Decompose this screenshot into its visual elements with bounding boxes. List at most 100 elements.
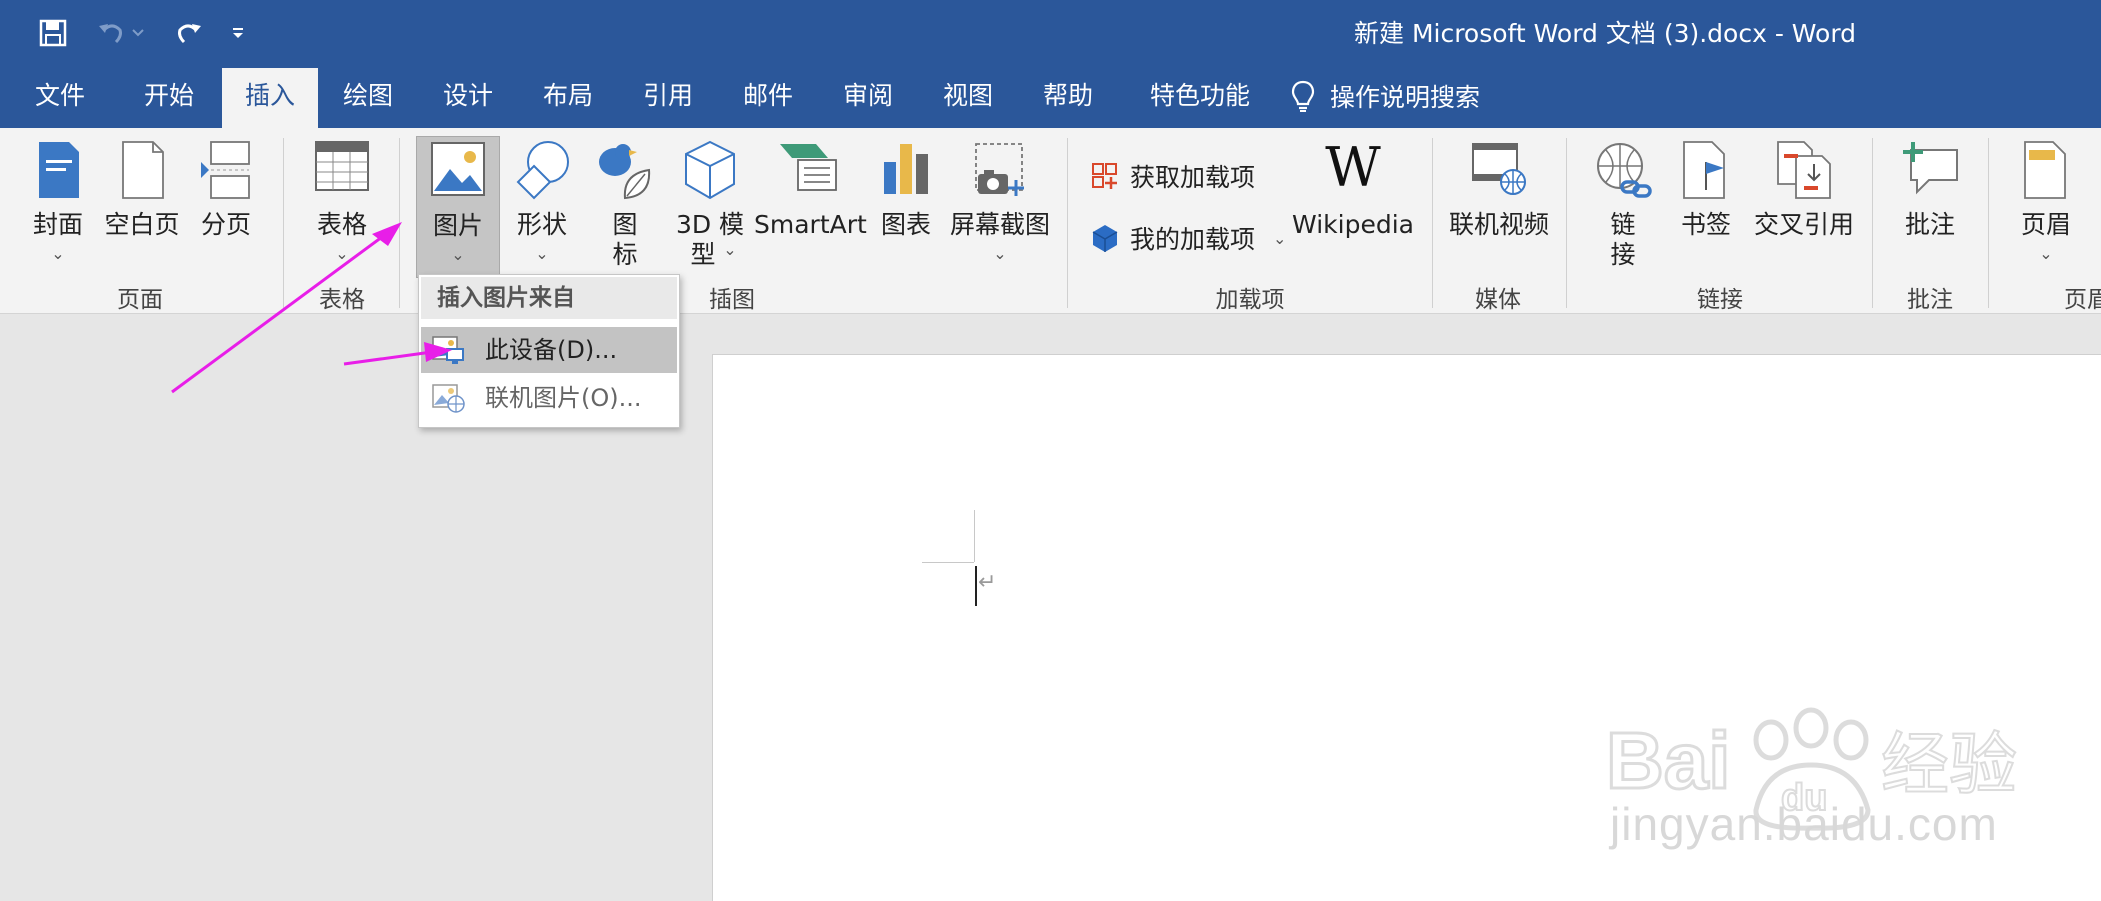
screenshot-button[interactable]: 屏幕截图 ⌄ [948,136,1052,276]
online-picture-icon [432,384,465,413]
table-icon [315,141,369,191]
cover-page-label: 封面 [32,210,83,239]
smartart-button[interactable]: SmartArt [754,136,867,276]
tab-insert[interactable]: 插入 [222,68,318,128]
group-label-media: 媒体 [1475,287,1521,313]
tab-design[interactable]: 设计 [428,64,508,128]
my-addins-button[interactable]: 我的加载项 ⌄ [1090,220,1286,256]
page-break-icon [201,141,250,199]
group-label-header-footer: 页眉 [2064,287,2101,313]
wikipedia-icon: W [1325,136,1381,199]
online-video-label: 联机视频 [1448,210,1549,239]
menu-item-online-pictures[interactable]: 联机图片(O)... [421,375,677,421]
cross-reference-button[interactable]: 交叉引用 [1752,136,1856,276]
tab-file[interactable]: 文件 [20,64,100,128]
tab-help[interactable]: 帮助 [1028,64,1108,128]
svg-text:Bai: Bai [1606,716,1731,805]
menu-item-this-device[interactable]: 此设备(D)... [421,327,677,373]
3d-model-icon [685,140,735,200]
smartart-icon [780,144,837,191]
3d-models-button[interactable]: 3D 模 型 ⌄ [670,136,750,286]
tab-mailings[interactable]: 邮件 [728,64,808,128]
picture-icon [431,142,485,196]
watermark-text: jingyan.baidu.com [1610,798,1998,850]
comment-button[interactable]: 批注 [1888,136,1972,276]
shapes-icon [516,141,569,200]
redo-icon[interactable] [168,12,210,54]
3d-models-label-1: 3D 模 [675,210,745,239]
cross-reference-icon [1777,141,1831,199]
ribbon-tabs: 文件 开始 插入 绘图 设计 布局 引用 邮件 审阅 视图 帮助 特色功能 操作… [0,64,2101,128]
insert-picture-menu: 插入图片来自 此设备(D)... 联机图片(O)... [418,274,680,428]
icons-button[interactable]: 图 标 [588,136,662,286]
table-button[interactable]: 表格 ⌄ [302,136,382,276]
new-comment-icon [1903,142,1958,195]
page-break-button[interactable]: 分页 [186,136,266,276]
chevron-down-icon: ⌄ [723,240,737,259]
chart-button[interactable]: 图表 [868,136,944,276]
wikipedia-label: Wikipedia [1292,210,1414,239]
group-label-illustrations: 插图 [709,287,755,313]
smartart-label: SmartArt [754,210,867,239]
bookmark-label: 书签 [1680,210,1731,239]
tab-view[interactable]: 视图 [928,64,1008,128]
chevron-down-icon: ⌄ [993,244,1007,263]
tell-me-search[interactable]: 操作说明搜索 [1290,64,1480,128]
tab-review[interactable]: 审阅 [828,64,908,128]
device-picture-icon [432,336,464,364]
paragraph-mark-icon: ↵ [978,570,997,595]
link-icon [1597,143,1652,198]
icons-label-1: 图 [612,210,638,239]
get-addins-label: 获取加载项 [1130,163,1256,192]
header-button[interactable]: 页眉 ⌄ [2004,136,2088,276]
customize-qat-icon[interactable] [226,12,250,54]
tab-special-features[interactable]: 特色功能 [1140,64,1260,128]
group-label-addins: 加载项 [1215,287,1285,313]
bookmark-icon [1683,141,1725,199]
margin-guide-vertical [974,510,975,562]
screenshot-icon [975,143,1024,196]
shapes-label: 形状 [516,210,567,239]
window-title: 新建 Microsoft Word 文档 (3).docx - Word [1354,19,1857,48]
menu-item-label: 联机图片(O)... [485,384,642,412]
margin-guide-horizontal [922,562,974,563]
store-icon [1092,163,1117,189]
header-label: 页眉 [2020,210,2071,239]
undo-dropdown-icon[interactable] [128,12,148,54]
pictures-button[interactable]: 图片 ⌄ [416,136,500,278]
screenshot-label: 屏幕截图 [949,210,1050,239]
chevron-down-icon: ⌄ [451,245,465,264]
group-label-tables: 表格 [319,287,365,313]
link-button[interactable]: 链 接 [1586,136,1660,286]
group-label-comments: 批注 [1907,287,1953,313]
my-addins-label: 我的加载项 [1130,225,1256,254]
wikipedia-button[interactable]: W Wikipedia [1290,136,1416,276]
tab-home[interactable]: 开始 [129,64,209,128]
bookmark-button[interactable]: 书签 [1668,136,1744,276]
blank-page-icon [122,141,164,199]
shapes-button[interactable]: 形状 ⌄ [504,136,580,276]
chart-icon [884,144,928,194]
cover-page-button[interactable]: 封面 ⌄ [18,136,98,276]
blank-page-button[interactable]: 空白页 [102,136,182,276]
save-icon[interactable] [32,12,74,54]
title-bar: 新建 Microsoft Word 文档 (3).docx - Word [0,0,2101,64]
get-addins-button[interactable]: 获取加载项 [1090,158,1255,194]
tab-draw[interactable]: 绘图 [328,64,408,128]
group-label-links: 链接 [1697,287,1743,313]
icons-icon [599,144,651,200]
blank-page-label: 空白页 [104,210,180,239]
menu-header: 插入图片来自 [421,277,677,319]
undo-icon[interactable] [90,12,132,54]
online-video-button[interactable]: 联机视频 [1446,136,1552,276]
tab-references[interactable]: 引用 [628,64,708,128]
chevron-down-icon: ⌄ [335,244,349,263]
online-video-icon [1472,143,1526,195]
cover-page-icon [39,142,79,198]
svg-text:经验: 经验 [1881,726,2017,805]
tab-layout[interactable]: 布局 [528,64,608,128]
text-cursor [975,566,977,606]
chevron-down-icon: ⌄ [51,244,65,263]
chart-label: 图表 [880,210,931,239]
cross-reference-label: 交叉引用 [1753,210,1854,239]
